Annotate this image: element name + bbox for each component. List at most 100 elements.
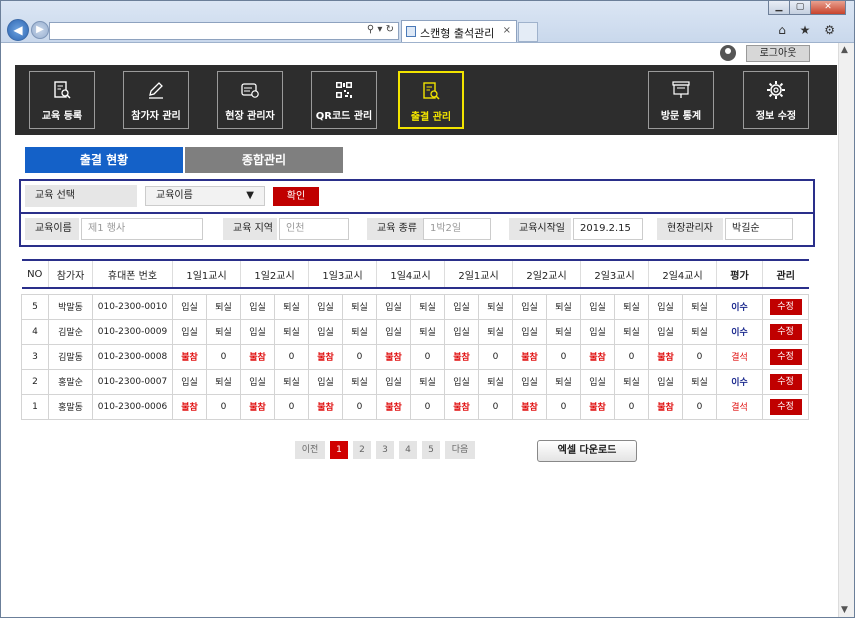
table-row: 1 홍말동 010-2300-0006 불참 0 불참 0 불참 0 불참 0 불참 0 불참 0 불참 0 불참… — [21, 393, 809, 420]
confirm-button[interactable]: 확인 — [273, 187, 319, 206]
column-header: 2일1교시 — [444, 259, 513, 289]
phone-cell: 010-2300-0006 — [92, 393, 173, 420]
course-name-field[interactable]: 제1 행사 — [81, 218, 203, 240]
site-manager-field[interactable]: 박길순 — [725, 218, 793, 240]
menu-qr-manage[interactable]: QR코드 관리 — [311, 71, 377, 129]
participant-cell: 김말동 — [48, 343, 93, 370]
attendance-cell: 퇴실 — [206, 368, 241, 395]
scroll-up-icon[interactable]: ▲ — [841, 45, 848, 55]
card-icon — [241, 83, 259, 98]
attendance-cell: 0 — [206, 393, 241, 420]
page-link[interactable]: 1 — [330, 441, 348, 459]
column-header: 휴대폰 번호 — [92, 259, 173, 289]
attendance-cell: 퇴실 — [274, 368, 309, 395]
vertical-scrollbar[interactable]: ▲ ▼ — [838, 43, 854, 617]
edit-button[interactable]: 수정 — [762, 318, 809, 345]
evaluation-cell: 결석 — [716, 393, 763, 420]
top-user-bar: 로그아웃 — [11, 43, 838, 65]
pagination-next[interactable]: 다음 — [445, 441, 475, 459]
maximize-button[interactable]: ▢ — [789, 1, 811, 15]
edit-button[interactable]: 수정 — [762, 368, 809, 395]
minimize-button[interactable]: ▁ — [768, 1, 790, 15]
attendance-cell: 퇴실 — [478, 293, 513, 320]
tab-attendance-status[interactable]: 출결 현황 — [25, 147, 183, 173]
menu-label: QR코드 관리 — [315, 111, 373, 122]
attendance-cell-text: 불참 — [249, 353, 266, 363]
course-type-field[interactable]: 1박2일 — [423, 218, 491, 240]
row-number-cell: 3 — [21, 343, 49, 370]
address-bar[interactable]: ⚲ ▾ ↻ — [49, 22, 399, 40]
filter-panel: 교육 선택 교육이름 ▼ 확인 교육이름 제1 행사 교육 지역 인천 교육 종… — [19, 179, 815, 247]
new-tab-button[interactable] — [518, 22, 538, 42]
attendance-cell: 0 — [274, 393, 309, 420]
attendance-cell-text: 불참 — [385, 403, 402, 413]
attendance-cell-text: 불참 — [181, 403, 198, 413]
browser-toolbar-icons[interactable]: ⌂ ★ ⚙ — [778, 23, 840, 37]
excel-download-button[interactable]: 엑셀 다운로드 — [537, 440, 637, 462]
menu-label: 참가자 관리 — [131, 111, 181, 122]
forward-icon[interactable]: ▶ — [31, 21, 49, 39]
pagination-prev[interactable]: 이전 — [295, 441, 325, 459]
edit-button-text[interactable]: 수정 — [769, 323, 802, 340]
edit-button[interactable]: 수정 — [762, 293, 809, 320]
attendance-cell: 입실 — [240, 293, 275, 320]
column-header: 2일3교시 — [580, 259, 649, 289]
attendance-cell: 퇴실 — [546, 318, 581, 345]
attendance-cell: 입실 — [648, 293, 683, 320]
attendance-table: NO 참가자 휴대폰 번호 1일1교시 1일2교시 1일3교시 1일4교시 2일… — [21, 259, 809, 420]
attendance-cell-text: 불참 — [521, 353, 538, 363]
attendance-cell: 불참 — [648, 393, 683, 420]
attendance-cell: 불참 — [308, 393, 343, 420]
back-icon[interactable]: ◀ — [7, 19, 29, 41]
row-number-cell: 4 — [21, 318, 49, 345]
course-select[interactable]: 교육이름 ▼ — [145, 186, 265, 206]
row-number-cell: 2 — [21, 368, 49, 395]
attendance-cell-text: 불참 — [317, 353, 334, 363]
menu-attendance-manage[interactable]: 출결 관리 — [398, 71, 464, 129]
attendance-cell: 0 — [478, 393, 513, 420]
edit-button-text[interactable]: 수정 — [769, 348, 802, 365]
page-link[interactable]: 3 — [376, 441, 394, 459]
scroll-down-icon[interactable]: ▼ — [841, 605, 848, 615]
page-link[interactable]: 5 — [422, 441, 440, 459]
presentation-icon — [672, 81, 690, 98]
edit-button-text[interactable]: 수정 — [769, 298, 802, 315]
address-controls[interactable]: ⚲ ▾ ↻ — [367, 24, 394, 35]
browser-tab[interactable]: 스캔형 출석관리 × — [401, 20, 517, 42]
logout-button[interactable]: 로그아웃 — [746, 45, 810, 62]
menu-site-manager[interactable]: 현장 관리자 — [217, 71, 283, 129]
page-link[interactable]: 2 — [353, 441, 371, 459]
attendance-cell: 0 — [410, 393, 445, 420]
course-start-field[interactable]: 2019.2.15 — [573, 218, 643, 240]
evaluation-cell-text: 이수 — [731, 328, 748, 338]
edit-button[interactable]: 수정 — [762, 343, 809, 370]
edit-button-text[interactable]: 수정 — [769, 373, 802, 390]
attendance-cell: 입실 — [308, 293, 343, 320]
menu-info-edit[interactable]: 정보 수정 — [743, 71, 809, 129]
tab-close-icon[interactable]: × — [503, 25, 511, 36]
menu-course-register[interactable]: 교육 등록 — [29, 71, 95, 129]
page-link[interactable]: 4 — [399, 441, 417, 459]
course-name-label: 교육이름 — [25, 218, 79, 240]
browser-window: ▁ ▢ ✕ ◀ ▶ ⚲ ▾ ↻ 스캔형 출석관리 × ⌂ ★ ⚙ ▲ ▼ 로그아… — [0, 0, 855, 618]
document-search-icon — [423, 82, 440, 100]
attendance-cell: 퇴실 — [682, 318, 717, 345]
menu-visit-stats[interactable]: 방문 통계 — [648, 71, 714, 129]
attendance-cell-text: 불참 — [657, 353, 674, 363]
column-header: 평가 — [716, 259, 763, 289]
attendance-cell-text: 불참 — [453, 403, 470, 413]
edit-button[interactable]: 수정 — [762, 393, 809, 420]
site-manager-label: 현장관리자 — [657, 218, 723, 240]
pagination: 이전 1 2 3 4 5 다음 — [295, 441, 480, 459]
attendance-cell: 퇴실 — [342, 293, 377, 320]
evaluation-cell-text: 이수 — [731, 378, 748, 388]
close-window-button[interactable]: ✕ — [810, 1, 846, 15]
course-region-field[interactable]: 인천 — [279, 218, 349, 240]
phone-cell: 010-2300-0010 — [92, 293, 173, 320]
attendance-cell: 입실 — [512, 293, 547, 320]
phone-cell: 010-2300-0008 — [92, 343, 173, 370]
tab-overall-manage[interactable]: 종합관리 — [185, 147, 343, 173]
menu-participant-manage[interactable]: 참가자 관리 — [123, 71, 189, 129]
edit-button-text[interactable]: 수정 — [769, 398, 802, 415]
attendance-cell: 0 — [410, 343, 445, 370]
